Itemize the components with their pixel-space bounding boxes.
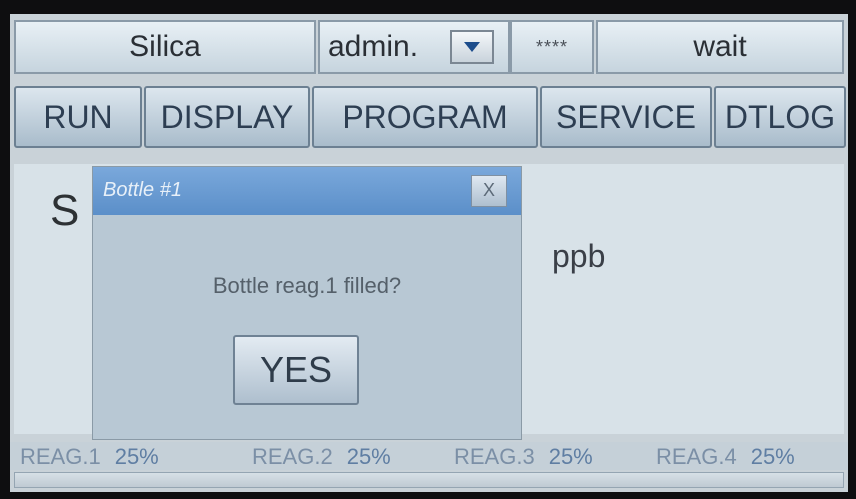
reagent-status: REAG.4 25%	[656, 444, 795, 470]
reagent-status-bar: REAG.1 25% REAG.2 25% REAG.3 25% REAG.4 25%	[10, 442, 848, 470]
dialog-title-bar: Bottle #1 X	[93, 167, 521, 215]
status-bar: Silica admin. **** wait	[10, 20, 848, 76]
reagent-label: REAG.1	[20, 444, 101, 469]
reagent-status: REAG.3 25%	[454, 444, 593, 470]
main-tabs: RUN DISPLAY PROGRAM SERVICE DTLOG	[10, 86, 848, 152]
reagent-label: REAG.3	[454, 444, 535, 469]
status-text: wait	[596, 20, 844, 74]
measurement-letter: S	[50, 186, 80, 235]
reagent-status: REAG.1 25%	[20, 444, 159, 470]
tab-dtlog[interactable]: DTLOG	[714, 86, 846, 148]
user-name: admin.	[328, 30, 419, 63]
reagent-label: REAG.4	[656, 444, 737, 469]
yes-button[interactable]: YES	[233, 335, 359, 405]
reagent-level: 25%	[548, 444, 593, 469]
bottle-dialog: Bottle #1 X Bottle reag.1 filled? YES	[92, 166, 522, 440]
tab-service[interactable]: SERVICE	[540, 86, 712, 148]
dialog-message: Bottle reag.1 filled?	[212, 273, 402, 298]
unit-label: ppb	[552, 238, 606, 274]
chevron-down-icon	[464, 42, 480, 52]
tab-display[interactable]: DISPLAY	[144, 86, 310, 148]
dialog-title: Bottle #1	[103, 179, 182, 201]
reagent-label: REAG.2	[252, 444, 333, 469]
close-button[interactable]: X	[471, 175, 507, 207]
analyzer-title: Silica	[14, 20, 316, 74]
password-field[interactable]: ****	[510, 20, 594, 74]
reagent-level: 25%	[750, 444, 795, 469]
touch-screen: Silica admin. **** wait RUN DISPLAY PROG…	[10, 14, 848, 492]
tab-program[interactable]: PROGRAM	[312, 86, 538, 148]
reagent-status: REAG.2 25%	[252, 444, 391, 470]
user-dropdown-button[interactable]	[450, 30, 494, 64]
message-strip	[14, 472, 844, 488]
reagent-level: 25%	[114, 444, 159, 469]
tab-run[interactable]: RUN	[14, 86, 142, 148]
reagent-level: 25%	[346, 444, 391, 469]
